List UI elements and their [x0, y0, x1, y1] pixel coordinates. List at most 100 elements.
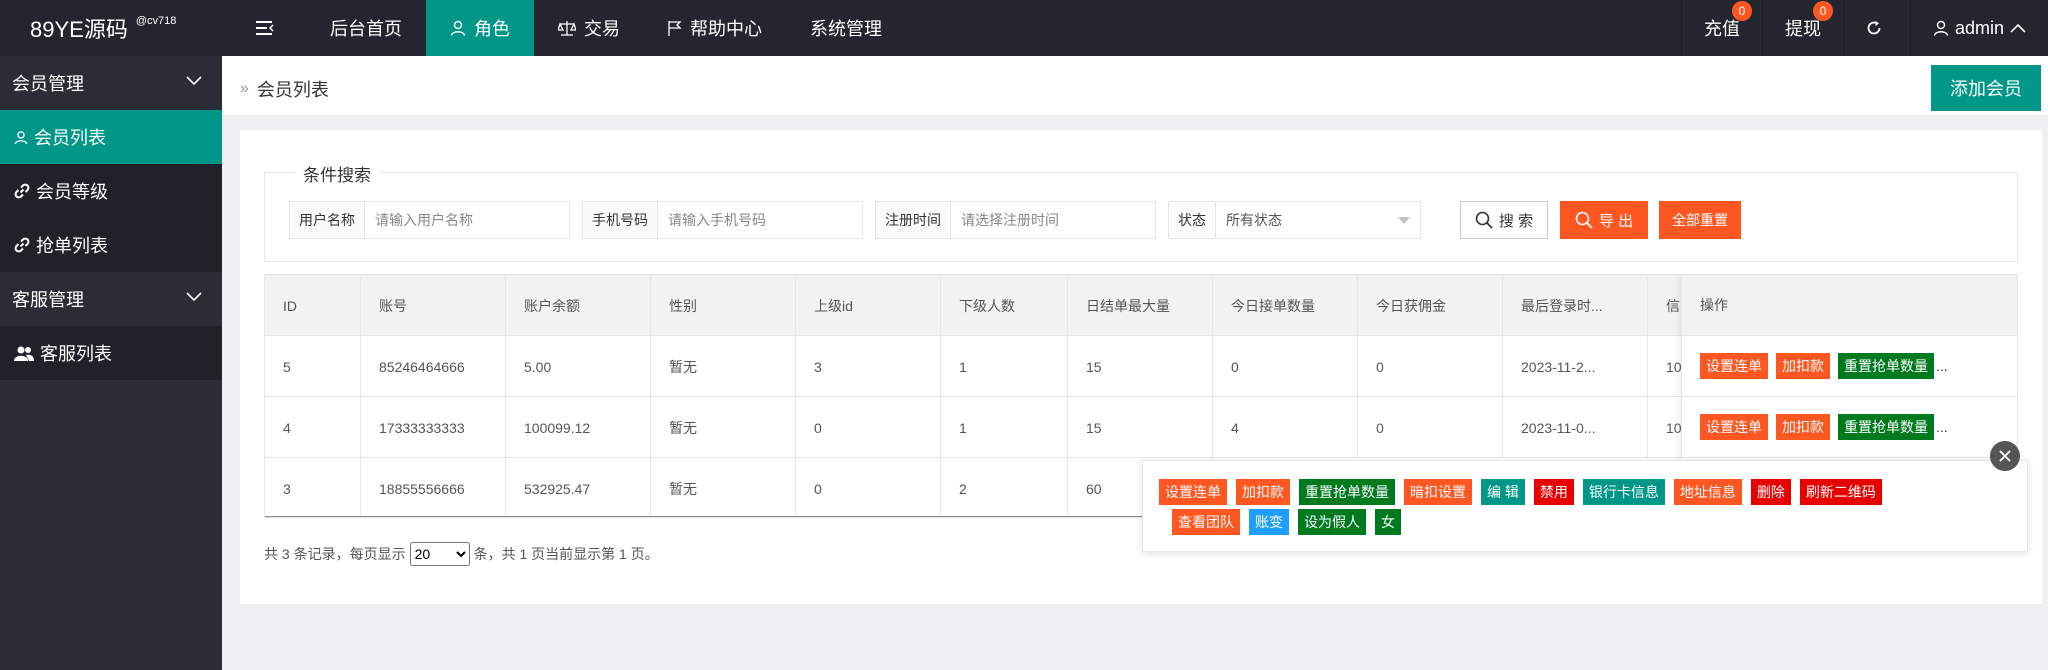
popup-tag-list: 设置连单 加扣款 重置抢单数量 暗扣设置 编 辑 禁用 银行卡信息 地址信息 删…: [1159, 479, 1959, 535]
adjust-balance-button[interactable]: 加扣款: [1776, 414, 1830, 440]
top-nav: 后台首页 角色 交易 帮助中心 系统管理: [232, 0, 906, 56]
breadcrumb-separator: »: [240, 80, 249, 97]
gender-female-button[interactable]: 女: [1375, 509, 1401, 535]
export-button[interactable]: 导 出: [1560, 201, 1648, 239]
th-last-login: 最后登录时...: [1503, 275, 1648, 336]
chevron-down-icon: [186, 76, 202, 86]
sidebar-group-label: 会员管理: [12, 74, 84, 94]
adjust-balance-button[interactable]: 加扣款: [1236, 479, 1290, 505]
td-today-orders: 0: [1213, 336, 1358, 397]
regtime-input[interactable]: [951, 202, 1155, 238]
search-button[interactable]: 搜 索: [1460, 201, 1548, 239]
link-icon: [14, 183, 30, 199]
set-fake-user-button[interactable]: 设为假人: [1298, 509, 1366, 535]
status-label: 状态: [1169, 202, 1216, 238]
sidebar-item-label: 客服列表: [40, 344, 112, 364]
td-id: 4: [265, 397, 361, 458]
status-select[interactable]: 所有状态: [1216, 202, 1420, 238]
refresh-icon: [1867, 21, 1881, 35]
add-member-button[interactable]: 添加会员: [1931, 65, 2041, 111]
withdraw-button[interactable]: 提现 0: [1761, 0, 1843, 56]
username-label: 用户名称: [290, 202, 365, 238]
user-menu[interactable]: admin: [1909, 0, 2048, 56]
top-right-bar: 充值 0 提现 0 admin: [1680, 0, 2048, 56]
sidebar-group-service[interactable]: 客服管理: [0, 272, 222, 326]
td-gender: 暂无: [651, 458, 796, 517]
set-chain-button[interactable]: 设置连单: [1700, 414, 1768, 440]
delete-button[interactable]: 删除: [1750, 479, 1791, 505]
nav-role[interactable]: 角色: [426, 0, 534, 56]
refresh-qrcode-button[interactable]: 刷新二维码: [1799, 479, 1882, 505]
search-fieldset: 条件搜索 用户名称 手机号码 注册时间 状态 所有状态 搜 索 导 出: [264, 161, 2018, 262]
menu-toggle-button[interactable]: [232, 0, 306, 56]
reset-order-count-button[interactable]: 重置抢单数量: [1299, 479, 1395, 505]
td-today-commission: 0: [1358, 336, 1503, 397]
more-operations[interactable]: ...: [1936, 358, 1948, 374]
operations-popup: 设置连单 加扣款 重置抢单数量 暗扣设置 编 辑 禁用 银行卡信息 地址信息 删…: [1142, 460, 2028, 552]
th-balance: 账户余额: [506, 275, 651, 336]
reset-all-button[interactable]: 全部重置: [1659, 201, 1741, 239]
set-chain-button[interactable]: 设置连单: [1700, 353, 1768, 379]
phone-input[interactable]: [658, 202, 862, 238]
more-operations[interactable]: ...: [1936, 419, 1948, 435]
bank-card-button[interactable]: 银行卡信息: [1582, 479, 1665, 505]
td-balance: 100099.12: [506, 397, 651, 458]
edit-button[interactable]: 编 辑: [1481, 479, 1525, 505]
withdraw-badge: 0: [1812, 1, 1833, 21]
address-button[interactable]: 地址信息: [1673, 479, 1742, 505]
nav-trade[interactable]: 交易: [534, 0, 644, 56]
sidebar-item-label: 抢单列表: [36, 236, 108, 256]
th-gender: 性别: [651, 275, 796, 336]
users-icon: [14, 346, 34, 361]
th-daily-max: 日结单最大量: [1068, 275, 1213, 336]
sidebar-item-service-list[interactable]: 客服列表: [0, 326, 222, 380]
username-input[interactable]: [365, 202, 569, 238]
regtime-label: 注册时间: [876, 202, 951, 238]
popup-close-button[interactable]: [1990, 441, 2020, 471]
nav-home[interactable]: 后台首页: [306, 0, 426, 56]
sidebar-item-member-list[interactable]: 会员列表: [0, 110, 222, 164]
nav-system[interactable]: 系统管理: [786, 0, 906, 56]
pager-prefix: 共 3 条记录，每页显示: [264, 546, 406, 562]
user-icon: [450, 20, 466, 36]
view-team-button[interactable]: 查看团队: [1172, 509, 1240, 535]
pagination: 共 3 条记录，每页显示 20 条，共 1 页当前显示第 1 页。: [264, 542, 659, 566]
sidebar-item-member-level[interactable]: 会员等级: [0, 164, 222, 218]
td-balance: 532925.47: [506, 458, 651, 517]
recharge-button[interactable]: 充值 0: [1680, 0, 1762, 56]
td-id: 5: [265, 336, 361, 397]
th-parent-id: 上级id: [796, 275, 941, 336]
td-last-login: 2023-11-2...: [1503, 336, 1648, 397]
search-icon: [1575, 211, 1593, 229]
phone-label: 手机号码: [583, 202, 658, 238]
refresh-button[interactable]: [1842, 0, 1910, 56]
logo[interactable]: 89YE源码 @cv718: [0, 0, 222, 56]
th-subordinates: 下级人数: [941, 275, 1068, 336]
scale-icon: [558, 21, 576, 36]
th-operation: 操作: [1682, 275, 2017, 336]
td-subordinates: 1: [941, 336, 1068, 397]
nav-help-label: 帮助中心: [690, 19, 762, 39]
account-changes-button[interactable]: 账变: [1249, 509, 1289, 535]
user-icon: [14, 130, 28, 144]
operation-row: 设置连单 加扣款 重置抢单数量 ...: [1682, 397, 2017, 458]
logo-sup: @cv718: [135, 15, 177, 27]
disable-button[interactable]: 禁用: [1533, 479, 1574, 505]
status-select-value: 所有状态: [1226, 212, 1282, 228]
reset-order-count-button[interactable]: 重置抢单数量: [1838, 414, 1934, 440]
search-button-label: 搜 索: [1498, 212, 1534, 230]
reset-order-count-button[interactable]: 重置抢单数量: [1838, 353, 1934, 379]
hidden-deduct-button[interactable]: 暗扣设置: [1404, 479, 1472, 505]
td-account: 85246464666: [361, 336, 506, 397]
link-icon: [14, 237, 30, 253]
page-size-select[interactable]: 20: [409, 542, 470, 566]
operation-column: 操作 设置连单 加扣款 重置抢单数量 ... 设置连单 加扣款 重置抢单数量 .…: [1681, 275, 2017, 459]
flag-icon: [668, 21, 682, 36]
sidebar-item-order-list[interactable]: 抢单列表: [0, 218, 222, 272]
horizontal-scrollbar[interactable]: [265, 516, 1145, 517]
logo-text: 89YE源码: [30, 17, 128, 42]
nav-help[interactable]: 帮助中心: [644, 0, 786, 56]
sidebar-group-member[interactable]: 会员管理: [0, 56, 222, 110]
adjust-balance-button[interactable]: 加扣款: [1776, 353, 1830, 379]
set-chain-button[interactable]: 设置连单: [1159, 479, 1227, 505]
